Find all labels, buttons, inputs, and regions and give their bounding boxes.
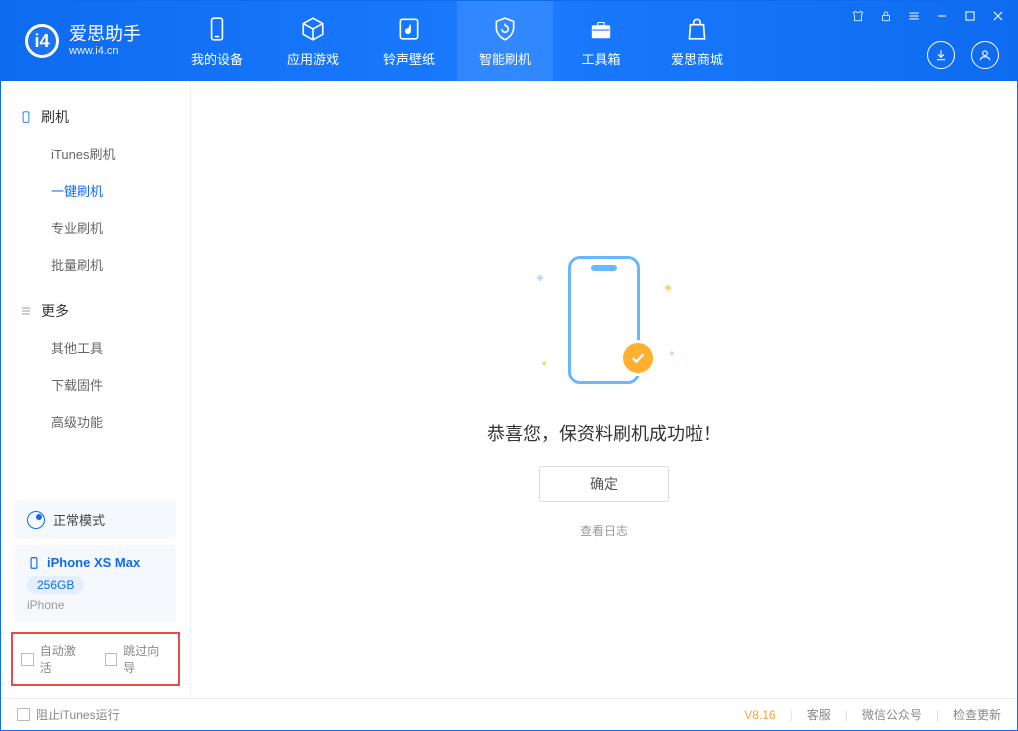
success-message: 恭喜您，保资料刷机成功啦！ [487, 420, 721, 446]
sidebar-head-flash[interactable]: 刷机 [1, 99, 190, 135]
toolbox-icon [587, 15, 615, 43]
check-badge-icon [620, 340, 656, 376]
tab-label: 智能刷机 [479, 49, 531, 68]
version-label: V8.16 [744, 708, 775, 722]
sidebar-head-label: 刷机 [41, 107, 69, 127]
body: 刷机 iTunes刷机 一键刷机 专业刷机 批量刷机 更多 其他工具 下载固件 … [1, 81, 1017, 698]
tab-label: 铃声壁纸 [383, 49, 435, 68]
checkbox-box [21, 653, 34, 666]
sidebar-item-itunes-flash[interactable]: iTunes刷机 [1, 135, 190, 172]
device-icon [19, 110, 33, 124]
ok-button[interactable]: 确定 [539, 466, 669, 502]
sidebar-item-oneclick-flash[interactable]: 一键刷机 [1, 172, 190, 209]
app-title: 爱思助手 [69, 25, 141, 45]
block-itunes-checkbox[interactable]: 阻止iTunes运行 [17, 706, 120, 723]
block-itunes-label: 阻止iTunes运行 [36, 706, 120, 723]
tab-apps-games[interactable]: 应用游戏 [265, 1, 361, 81]
minimize-icon[interactable] [933, 7, 951, 25]
header: i4 爱思助手 www.i4.cn 我的设备 应用游戏 铃声壁纸 智能刷机 [1, 1, 1017, 81]
sparkle-icon: ✦ [668, 349, 676, 360]
sidebar-item-download-firmware[interactable]: 下载固件 [1, 366, 190, 403]
user-icon[interactable] [971, 41, 999, 69]
sidebar-item-pro-flash[interactable]: 专业刷机 [1, 209, 190, 246]
storage-pill: 256GB [27, 576, 84, 594]
sidebar-item-batch-flash[interactable]: 批量刷机 [1, 246, 190, 283]
sidebar: 刷机 iTunes刷机 一键刷机 专业刷机 批量刷机 更多 其他工具 下载固件 … [1, 81, 191, 698]
wechat-link[interactable]: 微信公众号 [862, 706, 922, 723]
sidebar-bottom: 正常模式 iPhone XS Max 256GB iPhone 自动激活 [1, 494, 190, 698]
device-title: iPhone XS Max [27, 555, 164, 570]
tab-my-device[interactable]: 我的设备 [169, 1, 265, 81]
customer-service-link[interactable]: 客服 [807, 706, 831, 723]
checkbox-auto-activate[interactable]: 自动激活 [21, 642, 87, 676]
mode-label: 正常模式 [53, 510, 105, 529]
sidebar-group-flash: 刷机 iTunes刷机 一键刷机 专业刷机 批量刷机 [1, 99, 190, 293]
sidebar-head-more[interactable]: 更多 [1, 293, 190, 329]
bag-icon [683, 15, 711, 43]
app-window: i4 爱思助手 www.i4.cn 我的设备 应用游戏 铃声壁纸 智能刷机 [0, 0, 1018, 731]
app-subtitle: www.i4.cn [69, 45, 141, 57]
footer-right: V8.16 | 客服 | 微信公众号 | 检查更新 [744, 706, 1001, 723]
divider: | [845, 708, 848, 722]
shield-refresh-icon [491, 15, 519, 43]
sidebar-item-other-tools[interactable]: 其他工具 [1, 329, 190, 366]
sparkle-icon: ✦ [534, 270, 546, 287]
phone-icon [203, 15, 231, 43]
header-tabs: 我的设备 应用游戏 铃声壁纸 智能刷机 工具箱 爱思商城 [169, 1, 745, 81]
checkbox-box [17, 708, 30, 721]
divider: | [790, 708, 793, 722]
logo-icon: i4 [25, 24, 59, 58]
sparkle-icon: ✦ [662, 280, 674, 297]
sidebar-head-label: 更多 [41, 301, 69, 321]
device-type: iPhone [27, 598, 164, 612]
sidebar-item-advanced[interactable]: 高级功能 [1, 403, 190, 440]
footer: 阻止iTunes运行 V8.16 | 客服 | 微信公众号 | 检查更新 [1, 698, 1017, 730]
tab-smart-flash[interactable]: 智能刷机 [457, 1, 553, 81]
success-illustration: ✦ ✦ ✦ ✦ [504, 240, 704, 400]
cube-icon [299, 15, 327, 43]
device-box[interactable]: iPhone XS Max 256GB iPhone [15, 545, 176, 622]
checkbox-skip-guide[interactable]: 跳过向导 [105, 642, 171, 676]
tab-store[interactable]: 爱思商城 [649, 1, 745, 81]
divider: | [936, 708, 939, 722]
music-note-icon [395, 15, 423, 43]
sidebar-group-more: 更多 其他工具 下载固件 高级功能 [1, 293, 190, 450]
tab-label: 我的设备 [191, 49, 243, 68]
device-name: iPhone XS Max [47, 555, 140, 570]
checkbox-row: 自动激活 跳过向导 [11, 632, 180, 686]
tab-ringtone-wallpaper[interactable]: 铃声壁纸 [361, 1, 457, 81]
logo-area: i4 爱思助手 www.i4.cn [1, 24, 159, 58]
phone-small-icon [27, 556, 41, 570]
window-controls [849, 7, 1007, 25]
close-icon[interactable] [989, 7, 1007, 25]
tshirt-icon[interactable] [849, 7, 867, 25]
checkbox-box [105, 653, 118, 666]
mode-icon [27, 511, 45, 529]
logo-text: 爱思助手 www.i4.cn [69, 25, 141, 57]
list-icon [19, 304, 33, 318]
tab-label: 应用游戏 [287, 49, 339, 68]
header-right-icons [927, 41, 999, 69]
download-icon[interactable] [927, 41, 955, 69]
tab-label: 爱思商城 [671, 49, 723, 68]
sparkle-icon: ✦ [540, 359, 548, 370]
tab-label: 工具箱 [581, 49, 620, 68]
mode-box[interactable]: 正常模式 [15, 500, 176, 539]
checkbox-label: 跳过向导 [123, 642, 170, 676]
lock-icon[interactable] [877, 7, 895, 25]
menu-icon[interactable] [905, 7, 923, 25]
main-content: ✦ ✦ ✦ ✦ 恭喜您，保资料刷机成功啦！ 确定 查看日志 [191, 81, 1017, 698]
tab-toolbox[interactable]: 工具箱 [553, 1, 649, 81]
checkbox-label: 自动激活 [40, 642, 87, 676]
view-log-link[interactable]: 查看日志 [580, 522, 628, 539]
check-update-link[interactable]: 检查更新 [953, 706, 1001, 723]
maximize-icon[interactable] [961, 7, 979, 25]
